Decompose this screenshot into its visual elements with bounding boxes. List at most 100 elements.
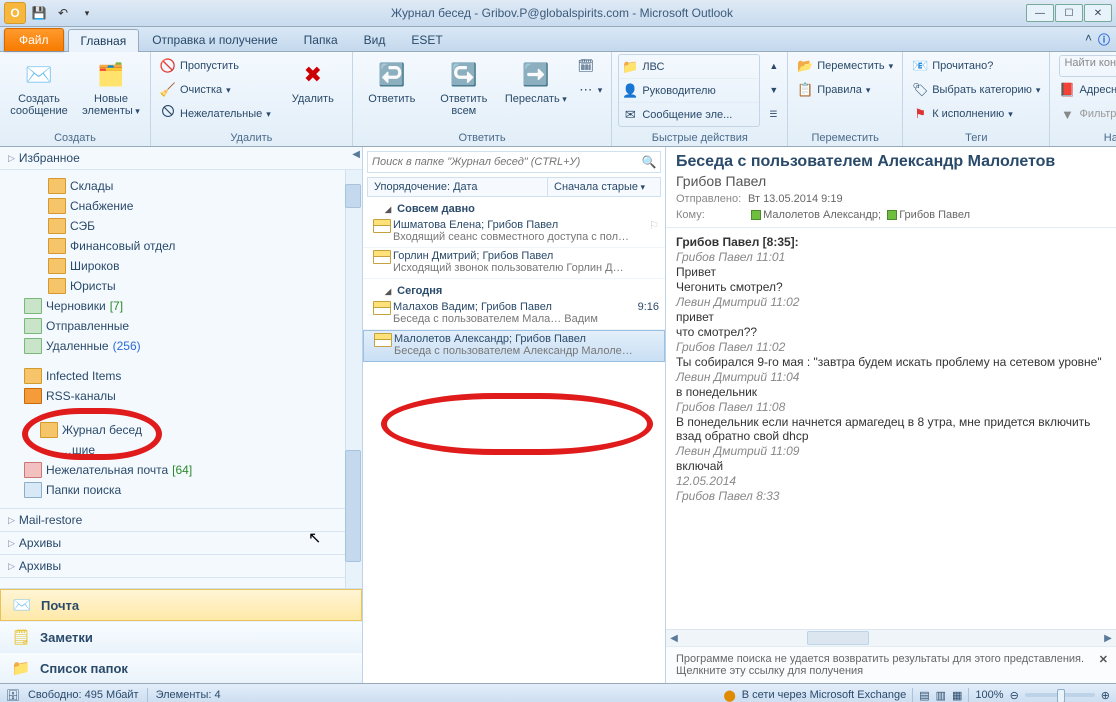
maximize-button[interactable]: ☐ xyxy=(1055,4,1083,22)
folder-infected[interactable]: Infected Items xyxy=(0,366,362,386)
nav-tree[interactable]: Склады Снабжение СЭБ Финансовый отдел Ши… xyxy=(0,170,362,588)
filter-mail-button[interactable]: ▼Фильтр почты xyxy=(1056,102,1116,126)
list-group-header[interactable]: Сегодня xyxy=(363,279,665,299)
qat-undo-icon[interactable]: ↶ xyxy=(52,2,74,24)
reading-body[interactable]: Грибов Павел [8:35]:Грибов Павел 11:01Пр… xyxy=(666,228,1116,629)
folder-item[interactable]: Финансовый отдел xyxy=(0,236,362,256)
rules-button[interactable]: 📋Правила xyxy=(794,78,896,102)
new-message-button[interactable]: ✉️Создать сообщение xyxy=(6,54,72,118)
find-contact-input[interactable]: Найти контакт xyxy=(1056,54,1116,78)
search-input[interactable] xyxy=(368,156,638,168)
nav-folderlist-button[interactable]: 📁Список папок xyxy=(0,652,362,683)
nav-notes-button[interactable]: 🗒Заметки xyxy=(0,621,362,652)
workspace: Избранное ◀ Склады Снабжение СЭБ Финансо… xyxy=(0,147,1116,683)
ignore-button[interactable]: 🚫Пропустить xyxy=(157,54,274,78)
cleanup-button[interactable]: 🧹Очистка xyxy=(157,78,274,102)
quickstep-item[interactable]: 👤Руководителю xyxy=(619,79,759,103)
folder-sent[interactable]: Отправленные xyxy=(0,316,362,336)
reply-all-button[interactable]: ↪️Ответить всем xyxy=(431,54,497,118)
quickstep-item[interactable]: 📁ЛВС xyxy=(619,55,759,79)
qat-save-icon[interactable]: 💾 xyxy=(28,2,50,24)
tab-view[interactable]: Вид xyxy=(351,28,399,51)
infobar-close-icon[interactable]: ✕ xyxy=(1099,653,1108,666)
zoom-slider[interactable] xyxy=(1025,693,1095,697)
flag-icon[interactable]: ⚐ xyxy=(649,219,659,232)
scrollbar-thumb[interactable] xyxy=(345,450,361,562)
quickstep-down[interactable]: ▼ xyxy=(766,78,781,102)
nav-section-mailrestore[interactable]: Mail-restore xyxy=(0,508,362,532)
delete-button[interactable]: ✖Удалить xyxy=(280,54,346,106)
folder-deleted[interactable]: Удаленные (256) xyxy=(0,336,362,356)
folder-chat-log[interactable]: Журнал бесед xyxy=(0,420,362,440)
folder-hidden[interactable]: …шие xyxy=(0,440,362,460)
zoom-knob[interactable] xyxy=(1057,689,1065,702)
folder-search[interactable]: Папки поиска xyxy=(0,480,362,500)
nav-mail-button[interactable]: ✉️Почта xyxy=(0,589,362,621)
message-item[interactable]: Горлин Дмитрий; Грибов Павел Исходящий з… xyxy=(363,248,665,279)
ribbon-minimize-icon[interactable]: ˄ xyxy=(1085,31,1092,48)
reading-infobar[interactable]: Программе поиска не удается возвратить р… xyxy=(666,646,1116,683)
followup-button[interactable]: ⚑К исполнению xyxy=(909,102,1043,126)
folder-item[interactable]: Широков xyxy=(0,256,362,276)
nav-section-archives[interactable]: Архивы xyxy=(0,532,362,555)
minimize-button[interactable]: — xyxy=(1026,4,1054,22)
view-normal-icon[interactable]: ▤ xyxy=(919,689,929,702)
search-icon[interactable]: 🔍 xyxy=(638,155,660,169)
list-group-header[interactable]: Совсем давно xyxy=(363,197,665,217)
categorize-button[interactable]: 🏷Выбрать категорию xyxy=(909,78,1043,102)
quickstep-item[interactable]: ✉Сообщение эле... xyxy=(619,103,759,126)
reading-hscrollbar[interactable]: ◀ ▶ xyxy=(666,629,1116,646)
quickstep-up[interactable]: ▲ xyxy=(766,54,781,78)
recipient[interactable]: Грибов Павел xyxy=(899,209,970,221)
forward-button[interactable]: ➡️Переслать xyxy=(503,54,569,106)
scrollbar-thumb[interactable] xyxy=(345,184,361,208)
folder-drafts[interactable]: Черновики [7] xyxy=(0,296,362,316)
read-unread-button[interactable]: 📧Прочитано? xyxy=(909,54,1043,78)
zoom-out-button[interactable]: ⊖ xyxy=(1010,689,1019,702)
address-book-button[interactable]: 📕Адресная книга xyxy=(1056,78,1116,102)
nav-scrollbar[interactable] xyxy=(345,170,362,588)
folder-junk[interactable]: Нежелательная почта [64] xyxy=(0,460,362,480)
nav-section-archives2[interactable]: Архивы xyxy=(0,555,362,578)
scroll-right-icon[interactable]: ▶ xyxy=(1100,633,1116,644)
tab-file[interactable]: Файл xyxy=(4,28,64,51)
qat-dropdown-icon[interactable]: ▾ xyxy=(76,2,98,24)
sort-header[interactable]: Упорядочение: Дата Сначала старые xyxy=(367,177,661,197)
message-subject: Беседа с пользователем Мала… Вадим xyxy=(393,313,659,325)
move-button[interactable]: 📂Переместить xyxy=(794,54,896,78)
tab-send-receive[interactable]: Отправка и получение xyxy=(139,28,290,51)
quickstep-more[interactable]: ☰ xyxy=(766,102,781,126)
tab-home[interactable]: Главная xyxy=(68,29,140,52)
folder-item[interactable]: Снабжение xyxy=(0,196,362,216)
new-items-button[interactable]: 🗂️Новые элементы xyxy=(78,54,144,118)
zoom-in-button[interactable]: ⊕ xyxy=(1101,689,1110,702)
close-button[interactable]: ✕ xyxy=(1084,4,1112,22)
folder-item[interactable]: Юристы xyxy=(0,276,362,296)
nav-collapse-icon[interactable]: ◀ xyxy=(352,149,360,160)
more-respond-button[interactable]: ⋯ xyxy=(575,78,606,102)
search-box[interactable]: 🔍 xyxy=(367,151,661,173)
scrollbar-thumb[interactable] xyxy=(807,631,869,645)
junk-button[interactable]: 🛇Нежелательные xyxy=(157,102,274,126)
sort-direction[interactable]: Сначала старые xyxy=(548,178,660,196)
tab-eset[interactable]: ESET xyxy=(398,28,455,51)
tab-folder[interactable]: Папка xyxy=(291,28,351,51)
folder-item[interactable]: СЭБ xyxy=(0,216,362,236)
view-reading-icon[interactable]: ▥ xyxy=(936,689,946,702)
reply-button[interactable]: ↩️Ответить xyxy=(359,54,425,106)
nav-favorites-header[interactable]: Избранное ◀ xyxy=(0,147,362,170)
meeting-button[interactable]: 🗓 xyxy=(575,54,606,78)
view-compact-icon[interactable]: ▦ xyxy=(952,689,962,702)
chat-line: Грибов Павел [8:35]: xyxy=(676,235,1106,249)
scroll-left-icon[interactable]: ◀ xyxy=(666,633,682,644)
message-item[interactable]: 9:16 Малахов Вадим; Грибов Павел Беседа … xyxy=(363,299,665,330)
message-list[interactable]: Совсем давно ⚐ Ишматова Елена; Грибов Па… xyxy=(363,197,665,683)
message-item-selected[interactable]: Малолетов Александр; Грибов Павел Беседа… xyxy=(363,330,665,362)
help-icon[interactable]: ⓘ xyxy=(1098,31,1110,48)
recipient[interactable]: Малолетов Александр; xyxy=(763,209,881,221)
message-item[interactable]: ⚐ Ишматова Елена; Грибов Павел Входящий … xyxy=(363,217,665,248)
sort-by[interactable]: Упорядочение: Дата xyxy=(368,178,548,196)
outlook-icon[interactable]: O xyxy=(4,2,26,24)
folder-item[interactable]: Склады xyxy=(0,176,362,196)
folder-rss[interactable]: RSS-каналы xyxy=(0,386,362,406)
